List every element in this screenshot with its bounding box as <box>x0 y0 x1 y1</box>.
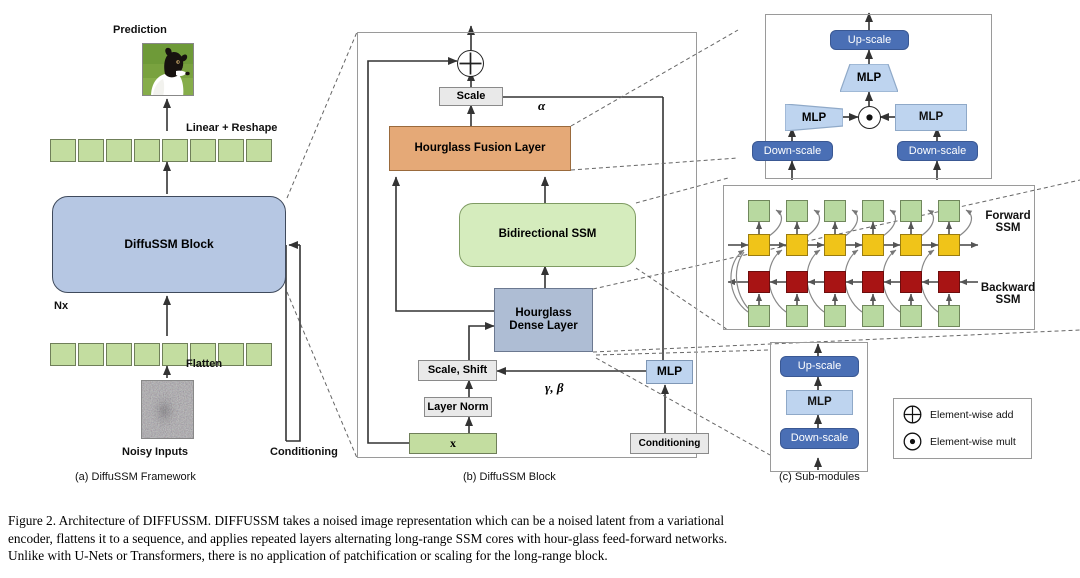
token-square <box>190 139 216 162</box>
token-square <box>50 343 76 366</box>
prediction-label: Prediction <box>113 24 167 36</box>
token-square <box>50 139 76 162</box>
downscale-box-left[interactable]: Down-scale <box>752 141 833 161</box>
ssm-top-cell <box>938 200 960 222</box>
ssm-forward-cell <box>938 234 960 256</box>
downscale-box-right[interactable]: Down-scale <box>897 141 978 161</box>
diffussm-block[interactable]: DiffuSSM Block <box>52 196 286 293</box>
flatten-label: Flatten <box>186 358 223 370</box>
forward-ssm-label: Forward SSM <box>977 210 1039 234</box>
backward-line1: Backward <box>980 282 1036 294</box>
upscale-box-top[interactable]: Up-scale <box>830 30 909 50</box>
alpha-label: α <box>538 98 546 113</box>
conditioning-label-a: Conditioning <box>270 446 338 458</box>
scale-box[interactable]: Scale <box>439 87 503 106</box>
ssm-backward-cell <box>786 271 808 293</box>
ssm-top-cell <box>786 200 808 222</box>
ssm-backward-cell <box>862 271 884 293</box>
mlp-box-b[interactable]: MLP <box>646 360 693 384</box>
backward-line2: SSM <box>995 294 1021 306</box>
panel-a-caption: (a) DiffuSSM Framework <box>75 471 196 483</box>
mlp-top-label: MLP <box>856 72 882 84</box>
ssm-top-cell <box>862 200 884 222</box>
noisy-inputs-label: Noisy Inputs <box>122 446 189 458</box>
gamma-beta-label: γ, β <box>545 380 564 395</box>
caption-line-2: encoder, flattens it to a sequence, and … <box>8 530 728 546</box>
mlp-box-bottom[interactable]: MLP <box>786 390 853 415</box>
token-square <box>78 139 104 162</box>
token-square <box>218 139 244 162</box>
ssm-backward-cell <box>938 271 960 293</box>
ssm-bottom-cell <box>900 305 922 327</box>
mlp-rect-right[interactable]: MLP <box>895 104 967 131</box>
figure-root: Prediction Linear + Reshape DiffuSSM Blo… <box>0 0 1080 578</box>
forward-line1: Forward <box>985 210 1031 222</box>
caption-line-1: Figure 2. Architecture of DIFFUSSM. DIFF… <box>8 513 725 528</box>
nx-label: Nx <box>54 300 69 312</box>
upscale-box-bottom[interactable]: Up-scale <box>780 356 859 377</box>
token-square <box>162 139 188 162</box>
token-square <box>106 139 132 162</box>
forward-line2: SSM <box>995 222 1021 234</box>
linear-reshape-label: Linear + Reshape <box>186 122 278 134</box>
ssm-bottom-cell <box>748 305 770 327</box>
bidirectional-ssm-box[interactable]: Bidirectional SSM <box>459 203 636 267</box>
ssm-backward-cell <box>824 271 846 293</box>
ssm-forward-cell <box>862 234 884 256</box>
backward-ssm-label: Backward SSM <box>975 282 1041 306</box>
ssm-backward-cell <box>900 271 922 293</box>
panel-c-caption: (c) Sub-modules <box>779 471 860 483</box>
ssm-forward-cell <box>900 234 922 256</box>
legend-add-text: Element-wise add <box>930 409 1014 421</box>
prediction-image <box>142 43 194 96</box>
layer-norm-box[interactable]: Layer Norm <box>424 397 492 417</box>
element-wise-mult-node <box>858 106 881 129</box>
scale-shift-box[interactable]: Scale, Shift <box>418 360 497 381</box>
ssm-top-cell <box>748 200 770 222</box>
conditioning-box-b[interactable]: Conditioning <box>630 433 709 454</box>
dense-label-line1: Hourglass <box>515 306 572 319</box>
ssm-bottom-cell <box>786 305 808 327</box>
token-square <box>162 343 188 366</box>
ssm-forward-cell <box>786 234 808 256</box>
dense-label-line2: Dense Layer <box>509 320 578 332</box>
ssm-forward-cell <box>824 234 846 256</box>
mlp-trapezoid-left[interactable]: MLP <box>785 104 843 131</box>
legend-mult-icon <box>903 432 922 451</box>
mlp-left-label: MLP <box>801 111 827 124</box>
token-square <box>134 343 160 366</box>
hourglass-dense-layer[interactable]: Hourglass Dense Layer <box>494 288 593 352</box>
ssm-bottom-cell <box>862 305 884 327</box>
ssm-top-cell <box>824 200 846 222</box>
ssm-forward-cell <box>748 234 770 256</box>
x-input-box[interactable]: x <box>409 433 497 454</box>
token-square <box>106 343 132 366</box>
downscale-box-bottom[interactable]: Down-scale <box>780 428 859 449</box>
ssm-bottom-cell <box>938 305 960 327</box>
noisy-input-image <box>141 380 194 439</box>
element-wise-add-node <box>457 50 484 77</box>
token-square <box>246 343 272 366</box>
ssm-backward-cell <box>748 271 770 293</box>
caption-line-3: Unlike with U-Nets or Transformers, ther… <box>8 548 608 564</box>
ssm-bottom-cell <box>824 305 846 327</box>
token-square <box>78 343 104 366</box>
token-square <box>246 139 272 162</box>
mlp-trapezoid-top[interactable]: MLP <box>840 64 898 92</box>
legend-add-icon <box>903 405 922 424</box>
ssm-top-cell <box>900 200 922 222</box>
legend-mult-text: Element-wise mult <box>930 436 1016 448</box>
token-square <box>134 139 160 162</box>
figure-caption: Figure 2. Architecture of DIFFUSSM. DIFF… <box>8 512 1072 565</box>
hourglass-fusion-layer[interactable]: Hourglass Fusion Layer <box>389 126 571 171</box>
panel-b-caption: (b) DiffuSSM Block <box>463 471 556 483</box>
